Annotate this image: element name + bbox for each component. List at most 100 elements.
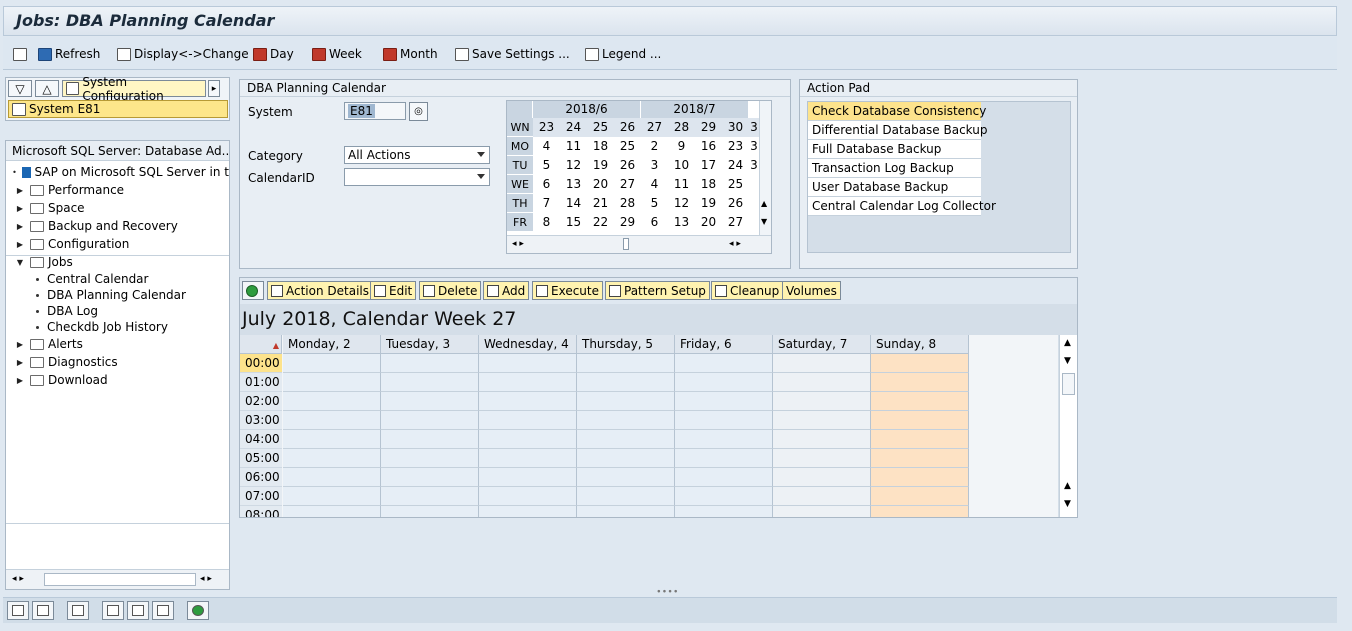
calendar-slot[interactable] [283, 449, 381, 468]
calendar-slot[interactable] [675, 354, 773, 373]
refresh-colors-button[interactable] [242, 281, 264, 300]
scroll-thumb[interactable] [1062, 373, 1075, 395]
calendar-day[interactable]: 27 [614, 175, 641, 194]
calendar-day[interactable]: 24 [722, 156, 749, 175]
scroll-up-icon[interactable]: ▲ [761, 199, 767, 208]
action-pad-item[interactable]: Central Calendar Log Collector [808, 197, 996, 216]
calendar-day[interactable]: 3 [749, 156, 759, 175]
calendar-day[interactable]: 3 [749, 137, 759, 156]
system-configuration-button[interactable]: System Configuration [62, 75, 206, 103]
day-column-header[interactable]: Tuesday, 3 [381, 335, 479, 354]
calendar-slot[interactable] [773, 373, 871, 392]
calendar-slot[interactable] [479, 487, 577, 506]
calendar-day[interactable]: 20 [587, 175, 614, 194]
day-column-header[interactable]: Friday, 6 [675, 335, 773, 354]
edit-document-button[interactable] [67, 601, 89, 620]
tree-item[interactable]: ▶ Download [6, 371, 229, 389]
calendar-slot[interactable] [381, 373, 479, 392]
cleanup-button[interactable]: Cleanup [711, 281, 784, 300]
calendar-day[interactable]: 13 [560, 175, 587, 194]
action-pad-item[interactable]: Transaction Log Backup [808, 159, 981, 178]
volumes-button[interactable]: Volumes [782, 281, 841, 300]
calendar-day[interactable]: 26 [722, 194, 749, 213]
week-number[interactable]: 27 [641, 118, 668, 137]
collapsed-arrow-icon[interactable]: ▶ [14, 240, 26, 249]
calendar-slot[interactable] [381, 506, 479, 517]
calendar-day[interactable]: 19 [695, 194, 722, 213]
tree-item[interactable]: Checkdb Job History [6, 318, 229, 336]
time-slot-label[interactable]: 04:00 [240, 430, 282, 449]
week-number[interactable]: 26 [614, 118, 641, 137]
color-settings-button[interactable] [187, 601, 209, 620]
calendar-day[interactable]: 20 [695, 213, 722, 232]
calendar-slot[interactable] [479, 468, 577, 487]
folder-button[interactable] [32, 601, 54, 620]
calendar-slot[interactable] [675, 468, 773, 487]
collapsed-arrow-icon[interactable]: ▶ [14, 186, 26, 195]
collapse-button[interactable]: △ [35, 80, 59, 97]
calendar-slot[interactable] [871, 411, 969, 430]
scroll-left-icon[interactable]: ◂ ▸ [512, 239, 524, 249]
calendar-slot[interactable] [283, 411, 381, 430]
system-e81-item[interactable]: System E81 [8, 100, 228, 118]
print-button[interactable] [152, 601, 174, 620]
calendar-slot[interactable] [381, 449, 479, 468]
calendar-slot[interactable] [577, 449, 675, 468]
calendar-slot[interactable] [675, 449, 773, 468]
week-number[interactable]: 30 [722, 118, 749, 137]
time-slot-label[interactable]: 01:00 [240, 373, 282, 392]
calendar-day[interactable]: 21 [587, 194, 614, 213]
splitter-grip-icon[interactable]: ∙∙∙∙ [656, 587, 679, 597]
calendar-day[interactable]: 12 [668, 194, 695, 213]
calendar-slot[interactable] [577, 411, 675, 430]
calendar-slot[interactable] [381, 392, 479, 411]
scroll-document-button[interactable] [102, 601, 124, 620]
calendar-day[interactable]: 11 [560, 137, 587, 156]
calendar-slot[interactable] [577, 506, 675, 517]
calendar-slot[interactable] [871, 430, 969, 449]
collapsed-arrow-icon[interactable]: ▶ [14, 222, 26, 231]
calendar-slot[interactable] [381, 411, 479, 430]
calendar-day[interactable]: 22 [587, 213, 614, 232]
calendar-day[interactable]: 28 [614, 194, 641, 213]
calendar-slot[interactable] [479, 430, 577, 449]
calendar-slot[interactable] [675, 373, 773, 392]
tree-item[interactable]: • SAP on Microsoft SQL Server in t [6, 163, 229, 181]
calendar-day[interactable]: 10 [668, 156, 695, 175]
day-button[interactable]: Day [253, 45, 294, 63]
calendar-slot[interactable] [871, 506, 969, 517]
time-slot-label[interactable]: 08:00 [240, 506, 282, 517]
week-number[interactable]: 25 [587, 118, 614, 137]
calendar-day[interactable]: 16 [695, 137, 722, 156]
collapsed-arrow-icon[interactable]: ▶ [14, 376, 26, 385]
system-help-button[interactable]: ◎ [409, 102, 428, 121]
calendar-slot[interactable] [871, 392, 969, 411]
scroll-right-icon[interactable]: ◂ ▸ [729, 239, 741, 249]
pattern-setup-button[interactable]: Pattern Setup [605, 281, 710, 300]
calendar-day[interactable] [749, 194, 759, 213]
calendar-day[interactable]: 29 [614, 213, 641, 232]
calendar-slot[interactable] [773, 468, 871, 487]
add-button[interactable]: Add [483, 281, 530, 300]
calendar-slot[interactable] [871, 373, 969, 392]
calendar-slot[interactable] [283, 487, 381, 506]
week-number[interactable]: 28 [668, 118, 695, 137]
week-button[interactable]: Week [312, 45, 362, 63]
scroll-up-icon[interactable]: ▲ [1064, 338, 1071, 348]
calendar-slot[interactable] [773, 430, 871, 449]
more-button[interactable]: ▸ [208, 80, 220, 97]
calendar-day[interactable]: 3 [641, 156, 668, 175]
calendar-slot[interactable] [283, 392, 381, 411]
scroll-down-icon[interactable]: ▼ [1064, 499, 1071, 509]
week-vertical-scrollbar[interactable]: ▲ ▼ ▲ ▼ [1059, 335, 1077, 517]
tree-item[interactable]: ▶ Diagnostics [6, 353, 229, 371]
time-slot-label[interactable]: 00:00 [240, 354, 282, 373]
calendar-slot[interactable] [283, 373, 381, 392]
legend-button[interactable]: Legend ... [585, 45, 661, 63]
calendar-slot[interactable] [675, 392, 773, 411]
day-column-header[interactable]: Wednesday, 4 [479, 335, 577, 354]
calendar-day[interactable]: 7 [533, 194, 560, 213]
week-number[interactable]: 23 [533, 118, 560, 137]
calendar-day[interactable]: 14 [560, 194, 587, 213]
calendar-day[interactable]: 27 [722, 213, 749, 232]
